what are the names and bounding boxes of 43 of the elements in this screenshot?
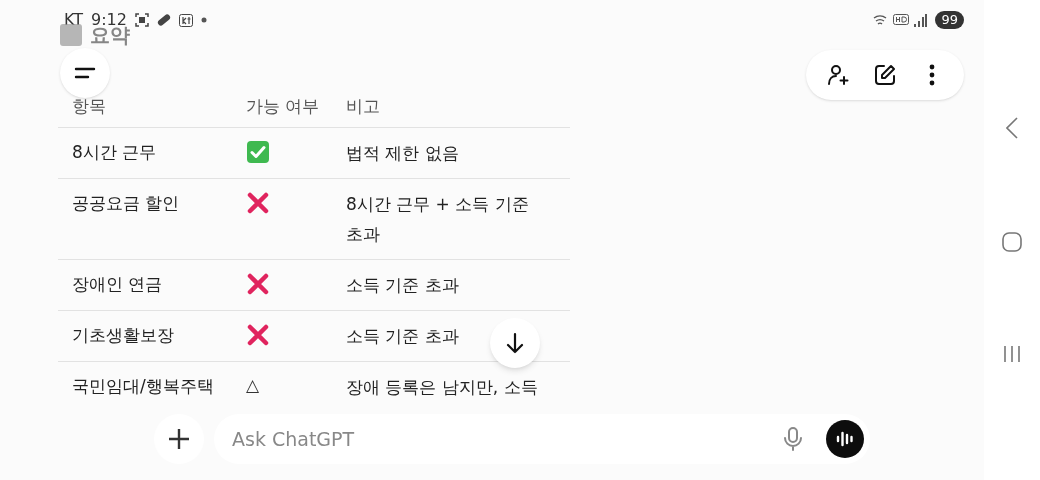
availability-text: △ xyxy=(246,374,260,398)
pill-icon xyxy=(156,13,171,27)
summary-icon xyxy=(60,24,82,46)
cross-mark-icon xyxy=(246,272,270,296)
back-icon[interactable] xyxy=(1006,116,1018,139)
carrier: KT xyxy=(64,9,84,31)
more-icon xyxy=(929,64,936,86)
cross-mark-icon xyxy=(246,323,270,347)
table-cell-text: 기초생활보장 xyxy=(71,324,175,347)
home-icon[interactable] xyxy=(1002,232,1022,252)
waveform-icon xyxy=(836,430,854,448)
table-cell-text: 장애인 연금 xyxy=(71,273,164,296)
add-person-icon xyxy=(825,63,850,87)
plus-icon xyxy=(168,428,190,450)
notification-dot-icon xyxy=(200,17,207,23)
menu-icon xyxy=(74,67,96,79)
cross-mark-icon xyxy=(246,191,270,215)
ask-field[interactable]: Ask ChatGPT xyxy=(232,424,784,454)
battery-badge: 99 xyxy=(935,11,964,29)
signal-icon xyxy=(913,13,928,27)
column-header: 비고 xyxy=(345,94,380,118)
column-header: 가능 여부 xyxy=(245,94,321,118)
recents-icon[interactable] xyxy=(1003,345,1021,364)
screenshot-icon xyxy=(134,13,149,27)
menu-button[interactable] xyxy=(60,48,110,98)
scroll-down-button[interactable] xyxy=(490,318,540,368)
microphone-icon xyxy=(784,427,802,451)
table-cell-text: 국민임대/행복주택 xyxy=(71,375,215,398)
table-cell-text: 장애 등록은 남지만, 소득 xyxy=(345,376,538,399)
down-arrow-icon xyxy=(505,332,525,354)
table-cell-text: 법적 제한 없음 xyxy=(345,142,459,165)
table-cell-text: 소득 기준 초과 xyxy=(345,325,459,348)
check-mark-icon xyxy=(246,140,270,164)
carrier-icon xyxy=(178,13,193,27)
table-cell-text: 소득 기준 초과 xyxy=(345,274,459,297)
table-cell-text: 공공요금 할인 xyxy=(71,192,181,215)
voice-button[interactable] xyxy=(826,420,864,458)
hd-icon xyxy=(893,13,910,27)
edit-icon xyxy=(873,63,897,87)
table-cell-text: 8시간 근무 + 소득 기준 초과 xyxy=(345,193,530,246)
column-header: 항목 xyxy=(71,94,107,118)
table-cell-text: 8시간 근무 xyxy=(71,141,158,164)
message-input[interactable]: Ask ChatGPT xyxy=(214,414,870,464)
